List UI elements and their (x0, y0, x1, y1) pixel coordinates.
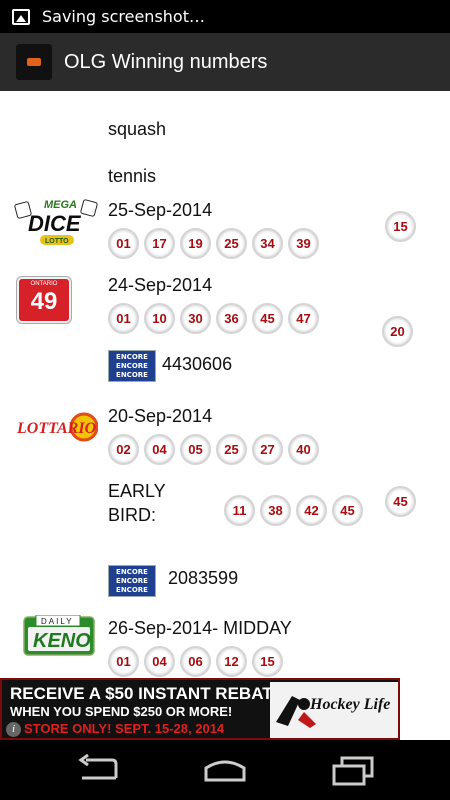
action-bar: OLG Winning numbers (0, 33, 450, 91)
encore-text: ENCORE (116, 568, 148, 576)
number-ball: 34 (252, 228, 283, 259)
encore-text: ENCORE (116, 353, 148, 361)
status-text: Saving screenshot… (42, 7, 205, 26)
home-icon[interactable] (200, 754, 250, 786)
ad-dates: STORE ONLY! SEPT. 15-28, 2014 (24, 721, 225, 736)
number-ball: 10 (144, 303, 175, 334)
draw-date: 20-Sep-2014 (108, 406, 213, 426)
early-bird-ball: 42 (296, 495, 327, 526)
brand-text: Hockey Life (310, 696, 391, 713)
number-ball: 01 (108, 303, 139, 334)
number-ball: 04 (144, 646, 175, 677)
recents-icon[interactable] (328, 754, 378, 786)
number-ball: 02 (108, 434, 139, 465)
draw-date: 24-Sep-2014 (108, 275, 213, 295)
number-ball: 39 (288, 228, 319, 259)
number-ball: 12 (216, 646, 247, 677)
number-ball: 01 (108, 228, 139, 259)
encore-number: 4430606 (162, 354, 233, 374)
app-icon[interactable] (16, 44, 52, 80)
dice-text: DICE (28, 211, 82, 236)
ontario-text: ONTARIO (30, 281, 58, 287)
ontario-49-logo: ONTARIO 49 (17, 277, 71, 323)
early-bird-label: EARLY BIRD: (108, 481, 166, 525)
number-ball: 25 (216, 228, 247, 259)
daily-text: DAILY (41, 617, 74, 626)
forty-nine-text: 49 (30, 288, 58, 315)
sport-item-squash[interactable]: squash (108, 119, 166, 140)
back-icon[interactable] (74, 753, 124, 786)
mega-text: MEGA (44, 199, 77, 211)
number-ball: 40 (288, 434, 319, 465)
encore-number: 2083599 (168, 568, 239, 588)
early-bird-ball: 45 (332, 495, 363, 526)
bonus-ball: 15 (385, 211, 416, 242)
results-list[interactable]: squash tennis MEGA DICE LOTTO 25-Sep-201… (0, 91, 450, 678)
draw-date: 25-Sep-2014 (108, 200, 213, 220)
number-ball: 01 (108, 646, 139, 677)
number-ball: 17 (144, 228, 175, 259)
number-ball: 47 (288, 303, 319, 334)
image-icon (12, 8, 30, 25)
ad-info-icon[interactable]: i (6, 722, 21, 737)
encore-text: ENCORE (116, 362, 148, 370)
lottario-logo: LOTTARIO (16, 409, 99, 445)
early-bird-ball: 11 (224, 495, 255, 526)
app-title: OLG Winning numbers (64, 50, 268, 73)
early-bird-ball: 38 (260, 495, 291, 526)
number-ball: 06 (180, 646, 211, 677)
number-ball: 36 (216, 303, 247, 334)
encore-text: ENCORE (116, 371, 148, 379)
encore-logo: ENCORE ENCORE ENCORE (108, 565, 156, 597)
number-ball: 05 (180, 434, 211, 465)
number-ball: 19 (180, 228, 211, 259)
encore-logo: ENCORE ENCORE ENCORE (108, 350, 156, 382)
bonus-ball: 45 (385, 486, 416, 517)
status-bar: Saving screenshot… (0, 0, 450, 33)
number-ball: 15 (252, 646, 283, 677)
lotto-text: LOTTO (45, 238, 69, 245)
navigation-bar (0, 740, 450, 800)
keno-text: KENO (33, 630, 91, 652)
encore-text: ENCORE (116, 577, 148, 585)
number-ball: 25 (216, 434, 247, 465)
lottario-text: LOTTARIO (16, 420, 97, 437)
bonus-ball: 20 (382, 316, 413, 347)
sport-item-tennis[interactable]: tennis (108, 166, 156, 187)
daily-keno-logo: DAILY KENO (22, 614, 96, 657)
number-ball: 45 (252, 303, 283, 334)
encore-text: ENCORE (116, 586, 148, 594)
draw-date: 26-Sep-2014- MIDDAY (108, 618, 292, 638)
number-ball: 30 (180, 303, 211, 334)
hockey-life-logo: Hockey Life (270, 682, 398, 738)
number-ball: 04 (144, 434, 175, 465)
ad-headline: RECEIVE A $50 INSTANT REBATE (10, 684, 284, 703)
ad-banner[interactable]: RECEIVE A $50 INSTANT REBATE WHEN YOU SP… (0, 678, 400, 740)
mega-dice-logo: MEGA DICE LOTTO (14, 195, 100, 249)
number-ball: 27 (252, 434, 283, 465)
ad-subline: WHEN YOU SPEND $250 OR MORE! (10, 704, 233, 719)
